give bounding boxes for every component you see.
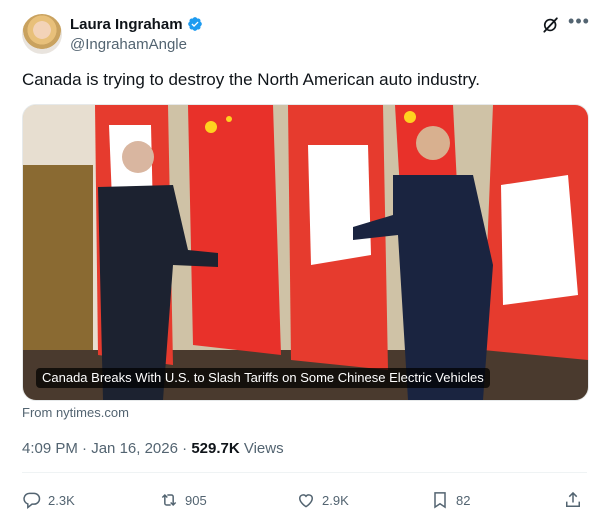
grok-icon[interactable] [541,15,561,35]
media-card[interactable] [22,104,589,401]
bookmark-count: 82 [456,492,471,508]
meta-separator: · [182,440,188,457]
reply-button[interactable]: 2.3K [22,488,75,512]
share-button[interactable] [563,488,589,512]
views-label: Views [243,440,284,457]
reply-count: 2.3K [48,492,75,508]
share-icon [566,491,580,507]
tweet-text: Canada is trying to destroy the North Am… [22,70,480,89]
repost-button[interactable]: 905 [159,488,207,512]
repost-count: 905 [185,492,207,508]
author-handle[interactable]: @IngrahamAngle [70,36,187,53]
verified-badge-icon [188,17,202,31]
repost-icon [161,493,177,507]
bookmark-button[interactable]: 82 [430,488,470,512]
author-name[interactable]: Laura Ingraham [70,16,183,33]
more-options-icon[interactable]: ••• [567,12,591,34]
news-photo [23,105,588,400]
like-count: 2.9K [322,492,349,508]
divider [22,472,587,473]
media-caption: Canada Breaks With U.S. to Slash Tariffs… [36,368,490,388]
action-bar: 2.3K 905 2.9K 82 [22,488,587,512]
views-count: 529.7K [191,440,240,457]
tweet-meta: 4:09 PM · Jan 16, 2026 · 529.7K Views [22,440,284,457]
like-button[interactable]: 2.9K [296,488,349,512]
link-source[interactable]: From nytimes.com [22,405,129,420]
tweet-time[interactable]: 4:09 PM [22,440,78,457]
bookmark-icon [434,492,446,509]
meta-separator: · [82,440,88,457]
reply-icon [23,492,41,510]
tweet-date[interactable]: Jan 16, 2026 [91,440,178,457]
avatar[interactable] [22,14,62,54]
heart-icon [298,494,314,508]
